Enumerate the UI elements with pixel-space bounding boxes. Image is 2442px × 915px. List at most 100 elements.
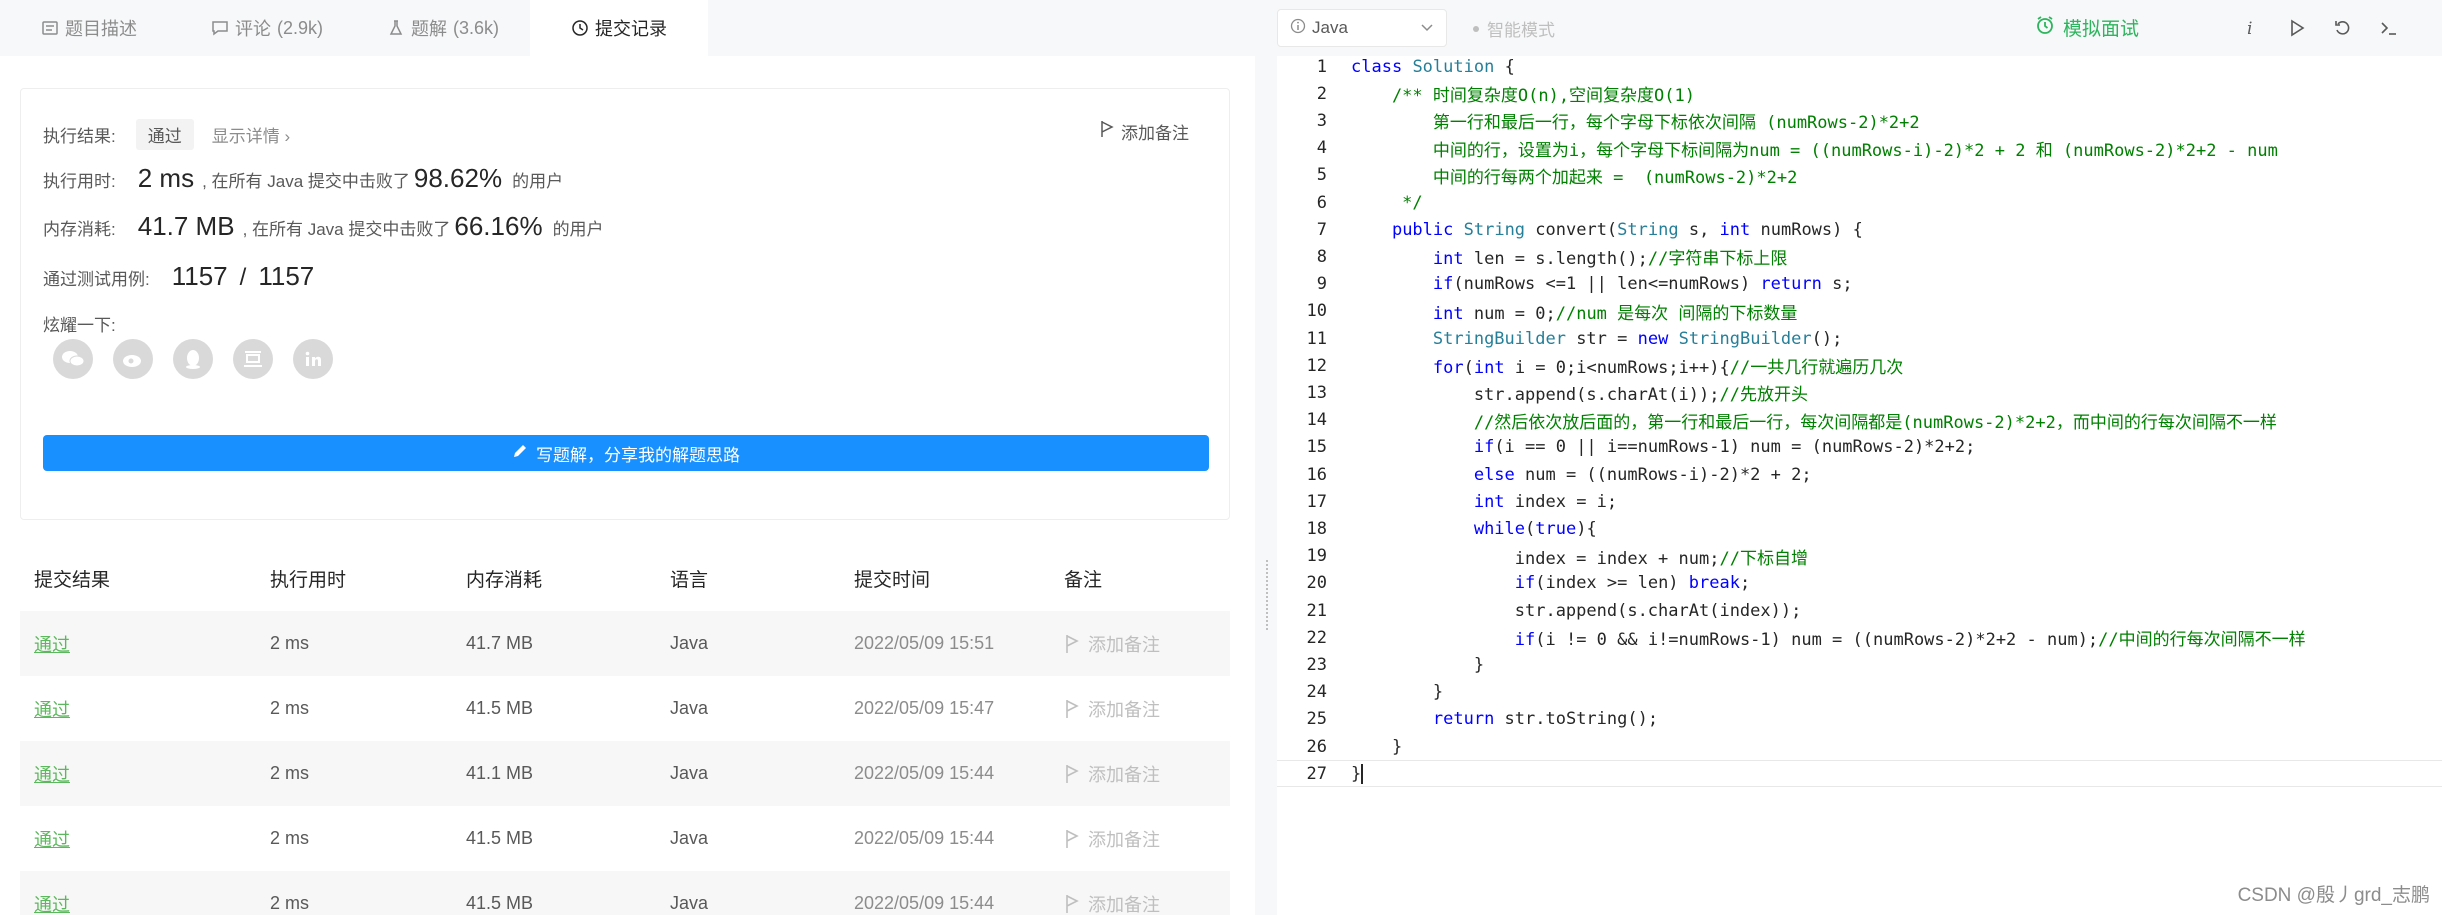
code-text: } bbox=[1351, 736, 1403, 757]
submission-status-link[interactable]: 通过 bbox=[34, 635, 70, 655]
line-number: 19 bbox=[1306, 546, 1327, 567]
mock-interview-button[interactable]: 模拟面试 bbox=[2035, 14, 2139, 41]
code-text: return str.toString(); bbox=[1432, 709, 1659, 730]
write-solution-button[interactable]: 写题解，分享我的解题思路 bbox=[43, 435, 1209, 471]
add-note-label: 添加备注 bbox=[1088, 699, 1160, 720]
show-details-link[interactable]: 显示详情 › bbox=[212, 122, 290, 147]
code-line: 12 for(int i = 0;i<numRows;i++){//一共几行就遍… bbox=[1277, 352, 2442, 379]
submission-time: 2 ms bbox=[270, 763, 310, 783]
tests-separator: / bbox=[239, 264, 247, 291]
submission-status-link[interactable]: 通过 bbox=[34, 895, 70, 915]
submission-add-note[interactable]: 添加备注 bbox=[1064, 826, 1230, 852]
tab-comments[interactable]: 评论 (2.9k) bbox=[178, 0, 356, 56]
douban-icon[interactable] bbox=[233, 339, 273, 379]
code-line: 24 } bbox=[1277, 679, 2442, 706]
problem-tabs: 题目描述 评论 (2.9k) 题解 (3.6k) 提交记录 bbox=[0, 0, 1255, 56]
pencil-icon bbox=[512, 443, 528, 464]
reset-icon[interactable] bbox=[2331, 16, 2355, 40]
flask-icon bbox=[387, 19, 405, 37]
info-italic-icon[interactable]: i bbox=[2239, 16, 2263, 40]
header-time: 执行用时 bbox=[270, 569, 347, 591]
splitter-handle[interactable] bbox=[1266, 560, 1269, 630]
left-panel: 题目描述 评论 (2.9k) 题解 (3.6k) 提交记录 执行结果: 通过 显… bbox=[0, 0, 1255, 915]
code-text: while(true){ bbox=[1473, 518, 1597, 539]
linkedin-icon[interactable] bbox=[293, 339, 333, 379]
code-line: 17 int index = i; bbox=[1277, 488, 2442, 515]
flag-icon bbox=[1064, 829, 1080, 849]
submission-memory: 41.5 MB bbox=[466, 893, 534, 913]
add-note-label: 添加备注 bbox=[1088, 764, 1160, 785]
flag-icon bbox=[1064, 634, 1080, 654]
submission-time: 2 ms bbox=[270, 893, 310, 913]
smart-mode-toggle[interactable]: 智能模式 bbox=[1473, 16, 1555, 41]
submission-time: 2 ms bbox=[270, 633, 310, 653]
mock-interview-label: 模拟面试 bbox=[2063, 19, 2140, 40]
language-value: Java bbox=[1312, 18, 1348, 37]
wechat-icon[interactable] bbox=[53, 339, 93, 379]
code-editor[interactable]: 1 class Solution {2 /** 时间复杂度O(n),空间复杂度O(… bbox=[1277, 56, 2442, 915]
line-number: 8 bbox=[1316, 246, 1327, 267]
tab-submissions[interactable]: 提交记录 bbox=[530, 0, 708, 56]
submission-time: 2 ms bbox=[270, 828, 310, 848]
code-line: 2 /** 时间复杂度O(n),空间复杂度O(1) bbox=[1277, 80, 2442, 107]
add-note-button[interactable]: 添加备注 bbox=[1099, 119, 1189, 144]
submission-status-link[interactable]: 通过 bbox=[34, 765, 70, 785]
console-icon[interactable] bbox=[2377, 16, 2401, 40]
code-line: 16 else num = ((numRows-i)-2)*2 + 2; bbox=[1277, 461, 2442, 488]
submission-language: Java bbox=[670, 828, 709, 848]
line-number: 2 bbox=[1316, 83, 1327, 104]
code-text: else num = ((numRows-i)-2)*2 + 2; bbox=[1473, 464, 1812, 485]
memory-suffix: 的用户 bbox=[552, 220, 604, 239]
code-line: 6 */ bbox=[1277, 189, 2442, 216]
memory-text: , 在所有 Java 提交中击败了 bbox=[242, 220, 451, 239]
submission-add-note[interactable]: 添加备注 bbox=[1064, 631, 1230, 657]
code-text: if(i == 0 || i==numRows-1) num = (numRow… bbox=[1473, 437, 1976, 458]
code-line: 27} bbox=[1277, 760, 2442, 788]
submission-status-link[interactable]: 通过 bbox=[34, 830, 70, 850]
watermark: CSDN @殷丿grd_志鹏 bbox=[2237, 885, 2430, 906]
code-line: 25 return str.toString(); bbox=[1277, 706, 2442, 733]
line-number: 11 bbox=[1306, 328, 1327, 349]
code-text: index = index + num;//下标自增 bbox=[1351, 548, 1808, 569]
add-note-label: 添加备注 bbox=[1088, 829, 1160, 850]
submission-memory: 41.7 MB bbox=[466, 633, 534, 653]
tab-solutions[interactable]: 题解 (3.6k) bbox=[356, 0, 530, 56]
line-number: 1 bbox=[1316, 56, 1327, 77]
code-text: int num = 0;//num 是每次 间隔的下标数量 bbox=[1432, 303, 1798, 324]
weibo-icon[interactable] bbox=[113, 339, 153, 379]
tab-description-label: 题目描述 bbox=[65, 19, 137, 39]
submission-memory: 41.5 MB bbox=[466, 698, 534, 718]
line-number: 20 bbox=[1306, 573, 1327, 594]
submission-time: 2 ms bbox=[270, 698, 310, 718]
comment-icon bbox=[211, 19, 229, 37]
play-icon[interactable] bbox=[2285, 16, 2309, 40]
line-number: 27 bbox=[1306, 763, 1327, 784]
panel-splitter[interactable] bbox=[1255, 0, 1277, 915]
exec-result-label: 执行结果: bbox=[43, 127, 116, 146]
submission-timestamp: 2022/05/09 15:44 bbox=[854, 763, 995, 783]
code-line: 13 str.append(s.charAt(i));//先放开头 bbox=[1277, 379, 2442, 406]
submission-add-note[interactable]: 添加备注 bbox=[1064, 696, 1230, 722]
line-number: 12 bbox=[1306, 355, 1327, 376]
add-note-label: 添加备注 bbox=[1088, 894, 1160, 915]
alarm-clock-icon bbox=[2035, 15, 2055, 41]
line-number: 9 bbox=[1316, 274, 1327, 295]
tests-total: 1157 bbox=[258, 261, 315, 291]
write-solution-label: 写题解，分享我的解题思路 bbox=[536, 445, 740, 465]
code-line: 8 int len = s.length();//字符串下标上限 bbox=[1277, 243, 2442, 270]
submission-add-note[interactable]: 添加备注 bbox=[1064, 761, 1230, 787]
language-select[interactable]: Java bbox=[1277, 9, 1447, 47]
memory-row: 内存消耗: 41.7 MB , 在所有 Java 提交中击败了 66.16% 的… bbox=[43, 211, 604, 242]
tab-description[interactable]: 题目描述 bbox=[0, 0, 178, 56]
memory-value: 41.7 MB bbox=[137, 211, 235, 241]
qq-icon[interactable] bbox=[173, 339, 213, 379]
code-text: if(numRows <=1 || len<=numRows) return s… bbox=[1432, 274, 1853, 295]
submission-status-link[interactable]: 通过 bbox=[34, 700, 70, 720]
line-number: 7 bbox=[1316, 219, 1327, 240]
header-status: 提交结果 bbox=[34, 569, 111, 591]
code-text: /** 时间复杂度O(n),空间复杂度O(1) bbox=[1351, 86, 1695, 107]
status-badge: 通过 bbox=[135, 119, 194, 150]
line-number: 24 bbox=[1306, 682, 1327, 703]
line-number: 17 bbox=[1306, 491, 1327, 512]
submission-add-note[interactable]: 添加备注 bbox=[1064, 891, 1230, 915]
